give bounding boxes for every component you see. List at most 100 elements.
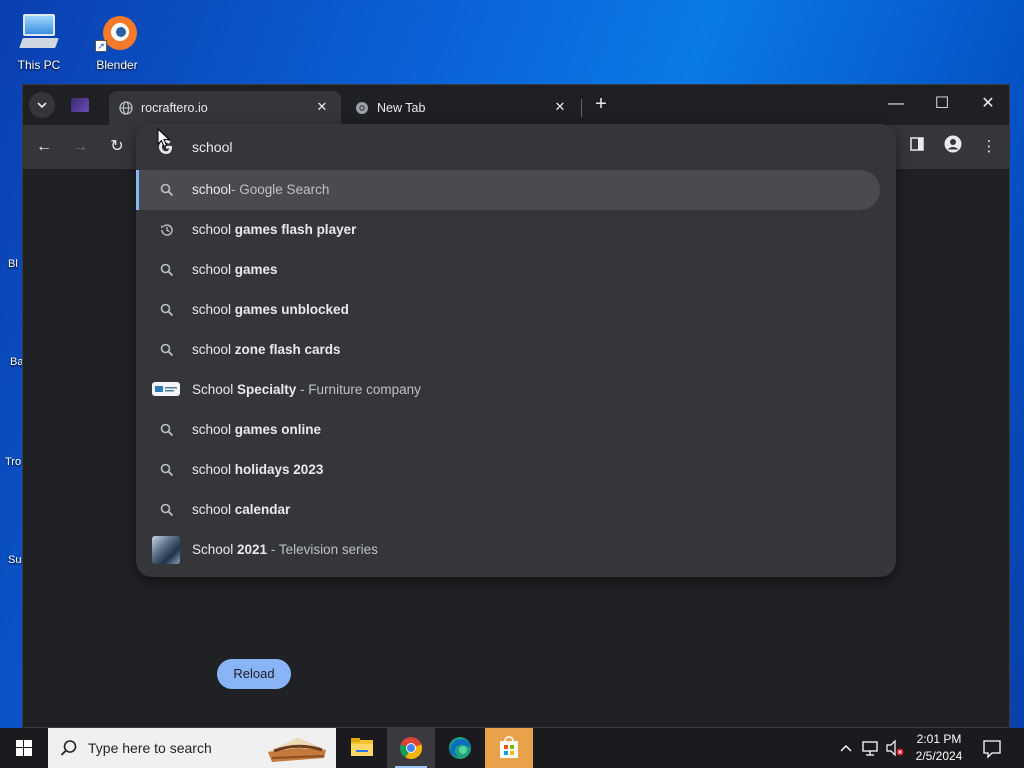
menu-kebab-icon[interactable]: ⋮ — [977, 135, 1001, 159]
taskbar-chrome[interactable] — [387, 728, 435, 768]
store-bag-icon — [500, 736, 518, 758]
minimize-button[interactable]: — — [873, 89, 919, 119]
volume-muted-icon[interactable] — [884, 728, 906, 768]
suggestion-prefix: school — [192, 182, 232, 197]
close-window-button[interactable]: ✕ — [965, 89, 1011, 119]
suggestion-item[interactable]: school games — [136, 250, 896, 290]
tab-rocraftero[interactable]: rocraftero.io ✕ — [109, 91, 341, 125]
reload-icon[interactable]: ↻ — [105, 135, 129, 159]
new-tab-button[interactable]: + — [589, 93, 613, 117]
suggestion-completion: games online — [234, 422, 322, 437]
suggestion-prefix: school — [192, 302, 235, 317]
search-icon — [160, 263, 174, 277]
notification-center-icon[interactable] — [980, 728, 1004, 768]
search-icon — [160, 183, 174, 197]
suggestion-prefix: school — [192, 342, 235, 357]
suggestion-prefix: School — [192, 382, 238, 397]
desktop-icon-blender[interactable]: ↗ Blender — [80, 10, 154, 72]
suggestion-completion: games flash player — [234, 222, 357, 237]
clock-date: 2/5/2024 — [915, 749, 963, 763]
suggestion-description: - Television series — [267, 542, 378, 557]
suggestion-item[interactable]: School Specialty - Furniture company — [136, 370, 896, 410]
desktop-icon-this-pc[interactable]: This PC — [2, 10, 76, 72]
suggestion-completion: games — [234, 262, 278, 277]
tab-title: New Tab — [377, 101, 426, 115]
tab-title: rocraftero.io — [141, 101, 208, 115]
suggestion-prefix: School — [192, 542, 238, 557]
tab-strip: rocraftero.io ✕ New Tab ✕ + — ☐ ✕ — [23, 85, 1009, 125]
search-icon — [60, 740, 77, 756]
history-icon — [161, 224, 173, 236]
suggestion-list: school- Google Search school games flash… — [136, 170, 896, 570]
suggestion-prefix: school — [192, 222, 235, 237]
side-panel-icon[interactable] — [905, 135, 929, 159]
network-icon[interactable] — [860, 728, 882, 768]
suggestion-completion: holidays 2023 — [234, 462, 324, 477]
desktop-icon-label: This PC — [17, 58, 61, 72]
desktop-icon-label: Blender — [96, 58, 138, 72]
clock-time: 2:01 PM — [916, 732, 962, 746]
omnibox-dropdown: school school- Google Search school game… — [136, 124, 896, 577]
maximize-button[interactable]: ☐ — [919, 89, 965, 119]
school-2021-thumbnail-icon — [152, 536, 180, 564]
start-button[interactable] — [0, 728, 48, 768]
omnibox-query: school — [192, 139, 233, 155]
close-tab-icon[interactable]: ✕ — [551, 98, 569, 116]
back-button[interactable]: ← — [32, 135, 56, 159]
suggestion-item[interactable]: school zone flash cards — [136, 330, 896, 370]
pinned-tab[interactable] — [71, 95, 91, 115]
tab-search-button[interactable] — [29, 92, 55, 118]
edge-icon — [449, 737, 471, 759]
forward-button[interactable]: → — [68, 135, 92, 159]
search-icon — [160, 503, 174, 517]
close-tab-icon[interactable]: ✕ — [313, 98, 331, 116]
suggestion-description: - Google Search — [231, 182, 330, 197]
search-icon — [160, 423, 174, 437]
suggestion-item[interactable]: school games unblocked — [136, 290, 896, 330]
suggestion-item[interactable]: school holidays 2023 — [136, 450, 896, 490]
suggestion-description: - Furniture company — [296, 382, 421, 397]
suggestion-item[interactable]: school- Google Search — [136, 170, 880, 210]
folder-icon — [351, 738, 373, 756]
school-specialty-thumbnail-icon — [152, 382, 180, 396]
show-hidden-icons-chevron-icon[interactable] — [836, 728, 856, 768]
search-placeholder: Type here to search — [88, 740, 212, 756]
suggestion-prefix: school — [192, 502, 235, 517]
pie-illustration-icon — [268, 738, 326, 762]
taskbar-file-explorer[interactable] — [338, 728, 386, 768]
suggestion-completion: calendar — [234, 502, 291, 517]
taskbar-edge[interactable] — [436, 728, 484, 768]
chrome-icon — [399, 737, 423, 760]
suggestion-prefix: school — [192, 462, 235, 477]
search-icon — [160, 303, 174, 317]
suggestion-completion: Specialty — [237, 382, 297, 397]
suggestion-item[interactable]: school games flash player — [136, 210, 896, 250]
suggestion-completion: games unblocked — [234, 302, 349, 317]
profile-avatar-icon[interactable] — [941, 135, 965, 159]
suggestion-prefix: school — [192, 422, 235, 437]
suggestion-item[interactable]: school calendar — [136, 490, 896, 530]
windows-logo-icon — [16, 740, 32, 756]
site-favicon-icon — [71, 98, 89, 112]
chevron-down-icon — [37, 102, 47, 109]
suggestion-prefix: school — [192, 262, 235, 277]
suggestion-item[interactable]: school games online — [136, 410, 896, 450]
computer-icon — [17, 10, 61, 54]
globe-icon — [119, 101, 133, 115]
suggestion-completion: zone flash cards — [234, 342, 341, 357]
chrome-icon — [356, 102, 368, 114]
taskbar: Type here to search 2:01 PM 2/5/2024 — [0, 728, 1024, 768]
reload-button[interactable]: Reload — [217, 659, 291, 689]
suggestion-item[interactable]: School 2021 - Television series — [136, 530, 896, 570]
search-icon — [160, 463, 174, 477]
tab-new-tab[interactable]: New Tab ✕ — [345, 91, 579, 125]
blender-icon: ↗ — [95, 10, 139, 54]
search-icon — [160, 343, 174, 357]
tab-divider — [581, 99, 582, 117]
system-clock[interactable]: 2:01 PM 2/5/2024 — [908, 731, 970, 765]
taskbar-microsoft-store[interactable] — [485, 728, 533, 768]
omnibox-input[interactable]: school — [136, 124, 896, 170]
suggestion-completion: 2021 — [237, 542, 268, 557]
mouse-cursor-icon — [157, 128, 171, 148]
taskbar-search-box[interactable]: Type here to search — [48, 728, 336, 768]
